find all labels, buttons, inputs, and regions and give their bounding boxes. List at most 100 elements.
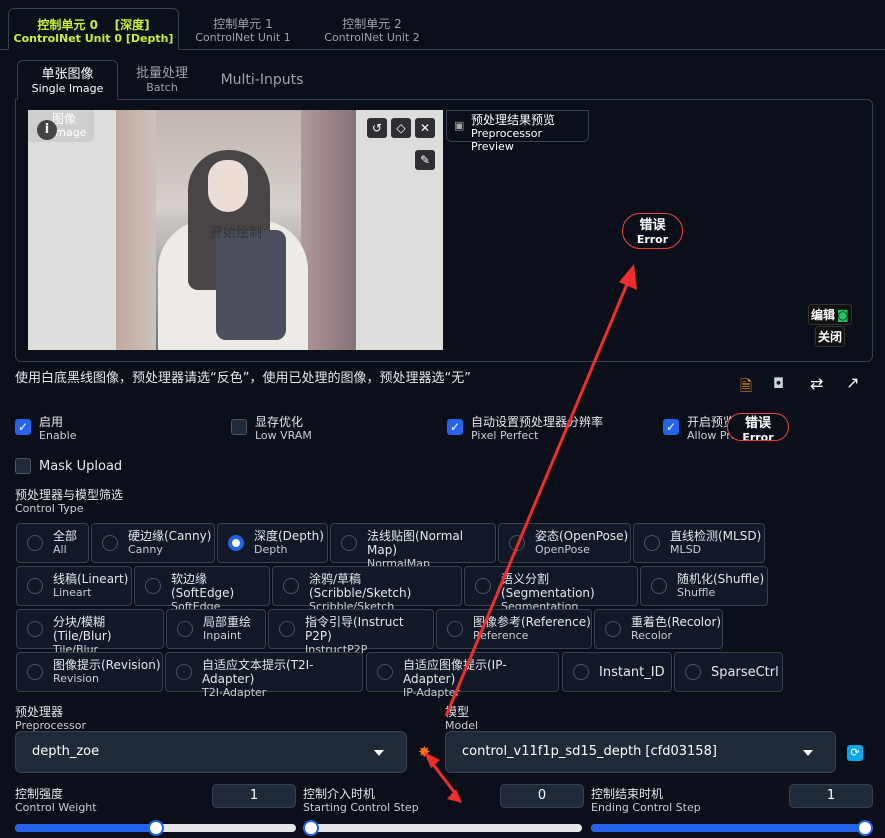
tab-unit-1[interactable]: 控制单元 1 ControlNet Unit 1 xyxy=(187,8,299,50)
radio-icon xyxy=(341,535,357,551)
control-type-label-cn: 线稿(Lineart) xyxy=(53,572,129,586)
control-type-option[interactable]: 局部重绘 Inpaint xyxy=(166,609,266,649)
close-icon[interactable]: ✕ xyxy=(415,118,435,138)
control-type-option[interactable]: Instant_ID xyxy=(562,652,672,692)
enable-en: Enable xyxy=(39,429,77,442)
control-type-label-cn: 全部 xyxy=(53,529,78,543)
allow-preview-checkbox[interactable]: ✓ xyxy=(663,419,679,435)
radio-icon xyxy=(605,621,621,637)
control-type-label-en: IP-Adapter xyxy=(403,686,461,699)
preview-cn: 预处理结果预览 xyxy=(471,113,556,127)
slider-thumb[interactable] xyxy=(147,820,164,836)
tab-single-image[interactable]: 单张图像 Single Image xyxy=(17,60,118,100)
control-type-option[interactable]: 图像提示(Revision) Revision xyxy=(16,652,163,692)
control-type-title: 预处理器与模型筛选 Control Type xyxy=(15,488,123,515)
low-vram-cn: 显存优化 xyxy=(255,415,304,429)
control-type-option[interactable]: 语义分割(Segmentation) Segmentation xyxy=(464,566,638,613)
control-type-label-cn: 姿态(OpenPose) xyxy=(535,529,629,543)
tab-batch[interactable]: 批量处理 Batch xyxy=(127,60,197,100)
slider-track[interactable] xyxy=(15,820,296,836)
slider-track[interactable] xyxy=(303,820,582,836)
preprocessor-select[interactable]: depth_zoe xyxy=(15,731,407,773)
control-type-option[interactable]: 涂鸦/草稿(Scribble/Sketch) Scribble/Sketch xyxy=(272,566,462,613)
swap-icon[interactable]: ⇄ xyxy=(810,374,823,393)
edit-label: 编辑 xyxy=(811,308,836,322)
control-type-label-cn: 图像提示(Revision) xyxy=(53,658,161,672)
control-type-option[interactable]: 硬边缘(Canny) Canny xyxy=(91,523,215,563)
refresh-icon[interactable]: ⟳ xyxy=(847,745,863,761)
tab-unit-0-cn: 控制单元 0 [深度] xyxy=(37,18,150,32)
allow-preview-error-cn: 错误 xyxy=(744,416,771,431)
control-type-option[interactable]: 直线检测(MLSD) MLSD xyxy=(633,523,765,563)
brush-icon[interactable]: ✎ xyxy=(415,150,435,170)
radio-icon xyxy=(27,621,43,637)
control-type-label-cn: 硬边缘(Canny) xyxy=(128,529,212,543)
send-icon[interactable]: ↗ xyxy=(846,373,859,392)
info-icon[interactable]: i xyxy=(37,120,57,140)
undo-icon[interactable]: ↺ xyxy=(367,118,387,138)
control-type-option[interactable]: 随机化(Shuffle) Shuffle xyxy=(640,566,768,606)
control-type-option[interactable]: 自适应图像提示(IP-Adapter) IP-Adapter xyxy=(366,652,559,699)
edit-button[interactable]: 编辑 ◙ xyxy=(808,304,852,325)
enable-label: 启用 Enable xyxy=(39,415,76,442)
control-type-option[interactable]: 深度(Depth) Depth xyxy=(217,523,328,563)
control-type-label-cn: 软边缘(SoftEdge) xyxy=(171,572,235,600)
allow-preview-error-badge: 错误 Error xyxy=(727,413,789,441)
slider-fill xyxy=(591,824,873,832)
tab-unit-2[interactable]: 控制单元 2 ControlNet Unit 2 xyxy=(315,8,429,50)
slider-track[interactable] xyxy=(591,820,873,836)
enable-checkbox[interactable]: ✓ xyxy=(15,419,31,435)
control-type-option[interactable]: 图像参考(Reference) Reference xyxy=(436,609,592,649)
close-button[interactable]: 关闭 xyxy=(815,326,846,347)
radio-icon xyxy=(176,664,192,680)
chevron-down-icon xyxy=(374,750,384,756)
radio-icon xyxy=(102,535,118,551)
control-type-option[interactable]: 软边缘(SoftEdge) SoftEdge xyxy=(134,566,270,613)
slider-number-input[interactable]: 0 xyxy=(500,784,584,808)
tab-unit-1-en: ControlNet Unit 1 xyxy=(195,31,291,44)
radio-icon xyxy=(685,664,701,680)
mask-upload-checkbox[interactable] xyxy=(15,458,31,474)
slider-label-en: Starting Control Step xyxy=(303,801,419,814)
control-type-option[interactable]: 法线贴图(Normal Map) NormalMap xyxy=(330,523,496,570)
radio-icon xyxy=(573,664,589,680)
pixel-perfect-checkbox[interactable]: ✓ xyxy=(447,419,463,435)
radio-icon xyxy=(279,621,295,637)
eraser-icon[interactable]: ◇ xyxy=(391,118,411,138)
control-type-option[interactable]: 线稿(Lineart) Lineart xyxy=(16,566,132,606)
run-preprocessor-icon[interactable]: ✸ xyxy=(418,743,431,761)
control-type-label-en: Reference xyxy=(473,629,529,642)
control-type-option[interactable]: 全部 All xyxy=(16,523,89,563)
slider-label-en: Control Weight xyxy=(15,801,97,814)
pixel-perfect-cn: 自动设置预处理器分辨率 xyxy=(471,415,604,429)
control-type-option[interactable]: 姿态(OpenPose) OpenPose xyxy=(498,523,631,563)
control-type-label-en: Shuffle xyxy=(677,586,716,599)
low-vram-en: Low VRAM xyxy=(255,429,312,442)
preprocessor-value: depth_zoe xyxy=(32,744,100,759)
tab-unit-0[interactable]: 控制单元 0 [深度] ControlNet Unit 0 [Depth] xyxy=(8,8,179,50)
slider-thumb[interactable] xyxy=(857,820,873,836)
slider-number-input[interactable]: 1 xyxy=(789,784,873,808)
slider-label: 控制强度 Control Weight xyxy=(15,787,97,814)
radio-icon xyxy=(475,578,491,594)
control-type-option[interactable]: 分块/模糊(Tile/Blur) Tile/Blur xyxy=(16,609,164,656)
control-type-option[interactable]: 指令引导(Instruct P2P) InstructP2P xyxy=(268,609,434,656)
control-type-option[interactable]: 自适应文本提示(T2I-Adapter) T2I-Adapter xyxy=(165,652,363,699)
slider-number-input[interactable]: 1 xyxy=(212,784,296,808)
control-type-label-en: Depth xyxy=(254,543,288,556)
preview-en: Preprocessor Preview xyxy=(471,127,543,153)
radio-icon xyxy=(27,664,43,680)
control-type-option[interactable]: 重着色(Recolor) Recolor xyxy=(594,609,723,649)
document-icon[interactable]: 🗎 xyxy=(740,376,752,401)
pixel-perfect-label: 自动设置预处理器分辨率 Pixel Perfect xyxy=(471,415,603,442)
low-vram-checkbox[interactable] xyxy=(231,419,247,435)
control-type-label-cn: 自适应图像提示(IP-Adapter) xyxy=(403,658,507,686)
slider-thumb[interactable] xyxy=(303,820,319,836)
camera-icon[interactable]: ◘ xyxy=(773,376,784,392)
radio-icon xyxy=(651,578,667,594)
model-select[interactable]: control_v11f1p_sd15_depth [cfd03158] xyxy=(445,731,836,773)
start-drawing-text[interactable]: 开始绘制 xyxy=(210,222,262,241)
control-type-option[interactable]: SparseCtrl xyxy=(674,652,783,692)
tab-multi-inputs[interactable]: Multi-Inputs xyxy=(212,60,312,100)
control-type-label-cn: 重着色(Recolor) xyxy=(631,615,722,629)
